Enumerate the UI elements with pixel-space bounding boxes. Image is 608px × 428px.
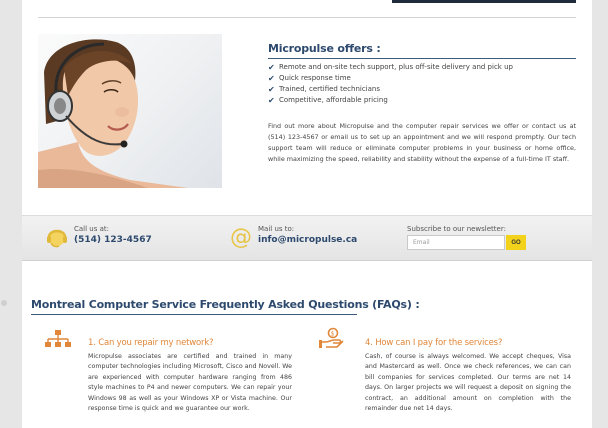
list-item: ✔ Trained, certified technicians [268,84,513,95]
list-item: ✔ Competitive, affordable pricing [268,95,513,106]
faq-question[interactable]: 4. How can I pay for the services? [365,338,571,348]
faq-answer: Cash, of course is always welcomed. We a… [365,353,571,413]
support-agent-illustration [38,39,188,188]
faq-title-underline [31,314,357,315]
faq-question[interactable]: 1. Can you repair my network? [88,338,292,348]
offers-title: Micropulse offers : [268,42,381,55]
decorative-dot [1,300,7,306]
page-content: Micropulse offers : ✔ Remote and on-site … [22,0,592,428]
phone-number[interactable]: (514) 123-4567 [74,235,152,245]
contact-bar: Call us at: (514) 123-4567 @ Mail us to:… [22,215,592,261]
faq-title: Montreal Computer Service Frequently Ask… [31,298,420,311]
checkmark-icon: ✔ [268,96,275,105]
list-item: ✔ Quick response time [268,73,513,84]
newsletter-email-input[interactable] [407,235,505,250]
offer-text: Trained, certified technicians [279,85,380,93]
svg-text:$: $ [331,330,335,337]
email-link[interactable]: info@micropulse.ca [258,235,357,245]
newsletter-form: Subscribe to our newsletter: GO [407,225,526,250]
at-sign-icon: @ [230,225,252,250]
faq-item: 1. Can you repair my network? Micropulse… [88,338,292,414]
offers-title-underline [268,58,576,59]
faq-answer: Micropulse associates are certified and … [88,353,292,413]
offer-text: Remote and on-site tech support, plus of… [279,63,513,71]
checkmark-icon: ✔ [268,85,275,94]
list-item: ✔ Remote and on-site tech support, plus o… [268,62,513,73]
mail-contact: Mail us to: info@micropulse.ca [258,225,357,245]
top-banner-edge [392,0,576,3]
newsletter-go-button[interactable]: GO [506,235,526,250]
offer-text: Quick response time [279,74,351,82]
phone-contact: Call us at: (514) 123-4567 [74,225,152,245]
support-agent-photo [38,34,222,188]
call-label: Call us at: [74,225,109,233]
headset-contact-icon [46,225,68,254]
network-icon [44,329,72,354]
section-divider [38,17,576,18]
payment-icon: $ [319,327,345,354]
offer-text: Competitive, affordable pricing [279,96,388,104]
offers-list: ✔ Remote and on-site tech support, plus o… [268,62,513,106]
faq-item: 4. How can I pay for the services? Cash,… [365,338,571,414]
checkmark-icon: ✔ [268,74,275,83]
checkmark-icon: ✔ [268,63,275,72]
newsletter-label: Subscribe to our newsletter: [407,225,506,233]
offers-description: Find out more about Micropulse and the c… [268,122,576,163]
mail-label: Mail us to: [258,225,295,233]
